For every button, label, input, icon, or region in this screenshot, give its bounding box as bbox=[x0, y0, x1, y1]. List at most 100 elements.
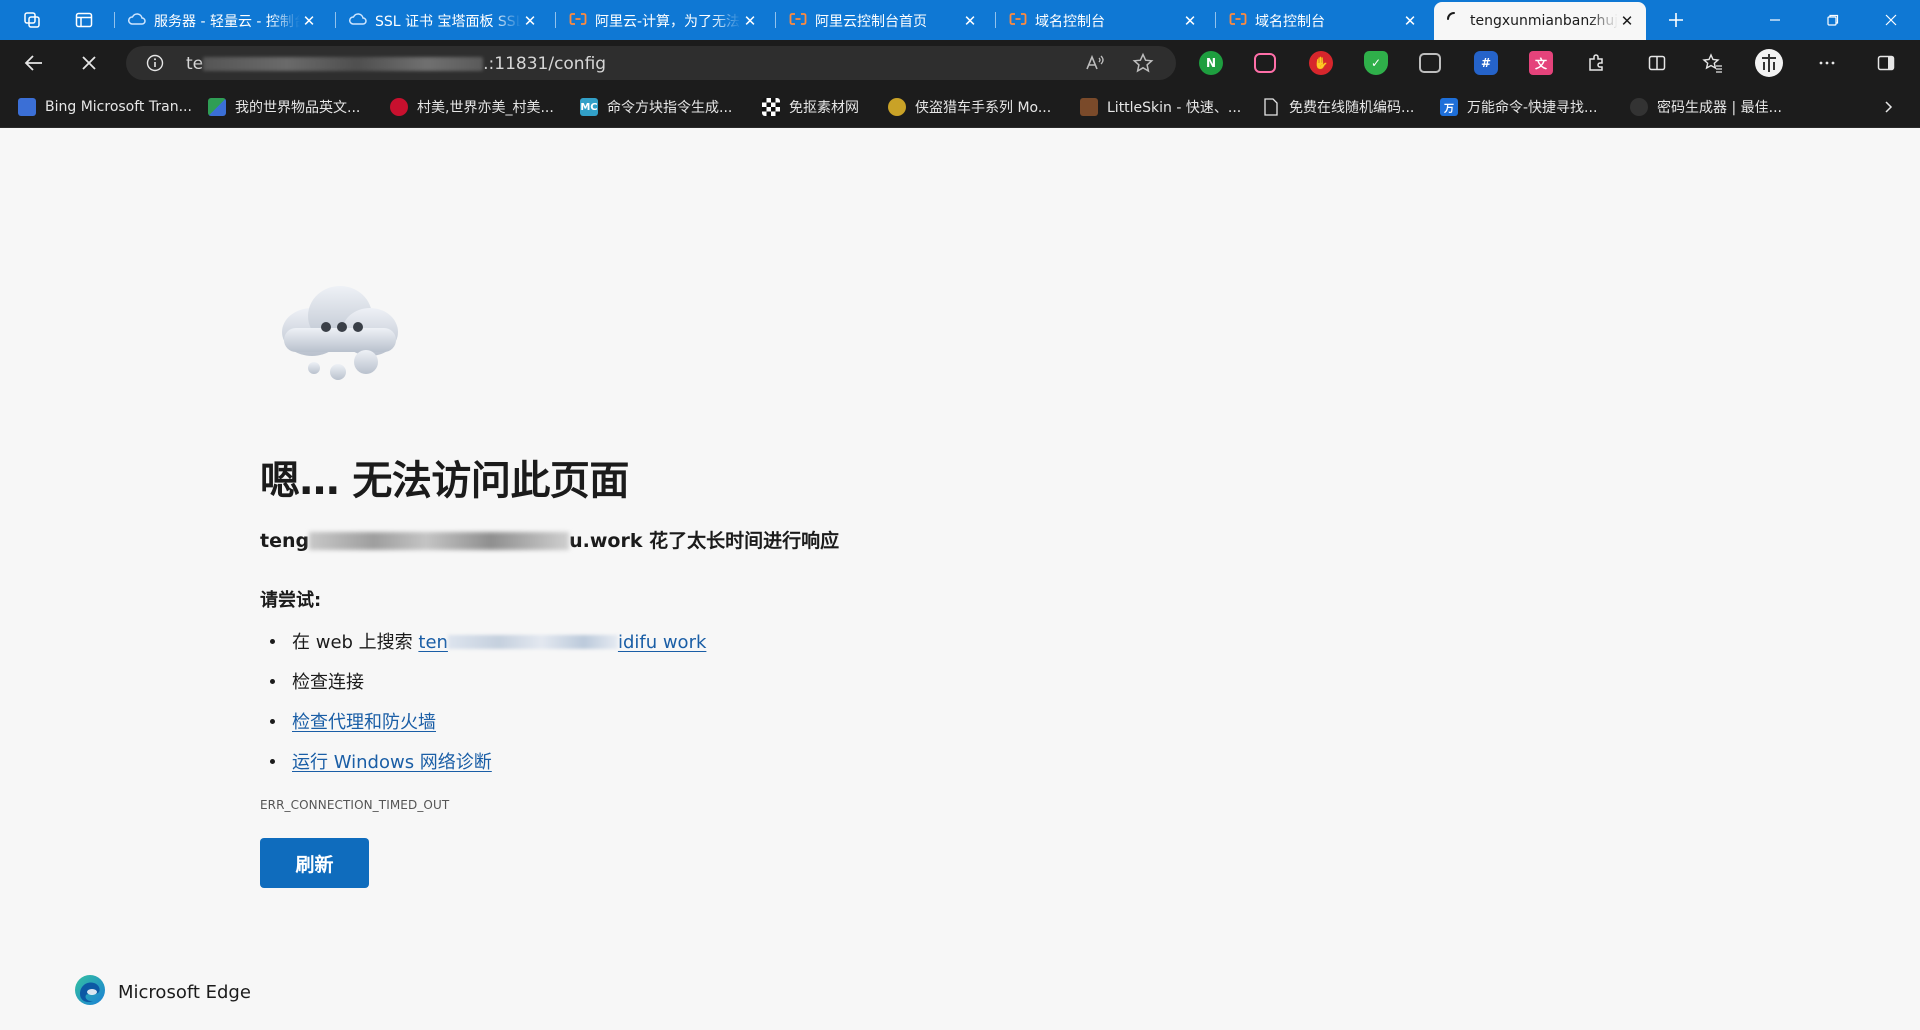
bookmark-item[interactable]: 免抠素材网 bbox=[762, 95, 859, 119]
url-prefix: te bbox=[186, 54, 204, 74]
suggestion-proxy: 检查代理和防火墙 bbox=[270, 708, 970, 734]
tab-close-icon[interactable]: ✕ bbox=[1618, 12, 1636, 30]
tab-close-icon[interactable]: ✕ bbox=[1181, 12, 1199, 30]
bookmark-label: LittleSkin - 快速、... bbox=[1107, 100, 1242, 116]
workspaces-icon[interactable] bbox=[17, 6, 47, 34]
stop-loading-icon[interactable] bbox=[72, 47, 106, 79]
tab-aliyun-console[interactable]: 阿里云控制台首页 ✕ bbox=[777, 4, 989, 37]
tab-strip: 服务器 - 轻量云 - 控制台 ✕ SSL 证书 宝塔面板 SSL ✕ 阿里云-… bbox=[0, 0, 1920, 40]
tab-actions-icon[interactable] bbox=[69, 6, 99, 34]
url-redacted bbox=[203, 57, 484, 71]
favorites-bar: Bing Microsoft Tran... 我的世界物品英文... 村美,世界… bbox=[0, 86, 1920, 128]
tab-close-icon[interactable]: ✕ bbox=[300, 12, 318, 30]
extension-cat-icon[interactable] bbox=[1254, 53, 1276, 73]
bookmark-label: 命令方块指令生成... bbox=[607, 100, 733, 116]
tab-domain-console-2[interactable]: 域名控制台 ✕ bbox=[1217, 4, 1429, 37]
favorite-star-icon[interactable] bbox=[1132, 52, 1154, 78]
bookmark-item[interactable]: 免费在线随机编码... bbox=[1262, 95, 1414, 119]
bookmark-item[interactable]: 万 万能命令-快捷寻找... bbox=[1440, 95, 1597, 119]
tab-aliyun-home[interactable]: 阿里云-计算，为了无法计算的价值 ✕ bbox=[557, 4, 769, 37]
toolbar: te .:11831/config N ✋ ✓ # 文 bbox=[0, 40, 1920, 86]
tab-separator bbox=[335, 12, 336, 28]
tab-separator bbox=[995, 12, 996, 28]
tab-title: 服务器 - 轻量云 - 控制台 bbox=[154, 13, 300, 30]
tab-server-console[interactable]: 服务器 - 轻量云 - 控制台 ✕ bbox=[116, 4, 328, 37]
aliyun-icon bbox=[1229, 12, 1247, 30]
refresh-button[interactable]: 刷新 bbox=[260, 838, 369, 888]
host-redacted bbox=[309, 532, 570, 550]
edge-brand: Microsoft Edge bbox=[74, 975, 251, 1008]
search-web-link[interactable]: ten idifu work bbox=[418, 632, 706, 653]
suggestion-text: 检查连接 bbox=[292, 672, 364, 693]
tab-title: 域名控制台 bbox=[1255, 13, 1325, 30]
favorites-icon[interactable] bbox=[1696, 47, 1730, 79]
suggestion-diagnostics: 运行 Windows 网络诊断 bbox=[270, 748, 970, 774]
minimize-icon[interactable] bbox=[1746, 0, 1804, 40]
bookmark-label: 密码生成器 | 最佳... bbox=[1657, 100, 1782, 116]
url-text[interactable]: te .:11831/config bbox=[186, 54, 606, 74]
bookmark-item[interactable]: 我的世界物品英文... bbox=[208, 95, 360, 119]
bookmark-item[interactable]: MC 命令方块指令生成... bbox=[580, 95, 732, 119]
bookmark-item[interactable]: 侠盗猎车手系列 Mo... bbox=[888, 95, 1051, 119]
sidebar-toggle-icon[interactable] bbox=[1869, 47, 1903, 79]
lock-icon bbox=[1630, 98, 1648, 116]
aliyun-icon bbox=[1009, 12, 1027, 30]
tab-active-page[interactable]: tengxunmianbanzhuji ✕ bbox=[1434, 2, 1646, 40]
tab-close-icon[interactable]: ✕ bbox=[741, 12, 759, 30]
tab-ssl-certificate[interactable]: SSL 证书 宝塔面板 SSL ✕ bbox=[337, 4, 549, 37]
bookmark-item[interactable]: 密码生成器 | 最佳... bbox=[1630, 95, 1782, 119]
back-arrow-icon[interactable] bbox=[17, 47, 51, 79]
extension-hash-icon[interactable]: # bbox=[1474, 51, 1498, 75]
error-description: teng u.work 花了太长时间进行响应 bbox=[260, 526, 839, 553]
profile-avatar[interactable] bbox=[1752, 47, 1786, 79]
link-redacted bbox=[447, 635, 618, 649]
read-aloud-icon[interactable] bbox=[1084, 52, 1106, 78]
extension-shield-icon[interactable]: ✓ bbox=[1364, 51, 1388, 75]
checker-icon bbox=[762, 98, 780, 116]
bullet bbox=[270, 759, 275, 764]
error-code: ERR_CONNECTION_TIMED_OUT bbox=[260, 798, 450, 812]
tab-close-icon[interactable]: ✕ bbox=[521, 12, 539, 30]
chevron-right-icon[interactable] bbox=[1876, 95, 1900, 119]
bookmark-label: 免费在线随机编码... bbox=[1289, 100, 1415, 116]
split-screen-icon[interactable] bbox=[1640, 47, 1674, 79]
link-end: idifu work bbox=[617, 632, 707, 653]
thinking-cloud-icon bbox=[272, 280, 408, 390]
skin-icon bbox=[1080, 98, 1098, 116]
bullet bbox=[270, 639, 275, 644]
bookmark-label: 村美,世界亦美_村美... bbox=[417, 100, 554, 116]
extension-n-icon[interactable]: N bbox=[1199, 51, 1223, 75]
extensions-puzzle-icon[interactable] bbox=[1579, 47, 1613, 79]
extension-glasses-icon[interactable] bbox=[1419, 53, 1441, 73]
error-page: 嗯… 无法访问此页面 teng u.work 花了太长时间进行响应 请尝试: 在 … bbox=[0, 128, 1920, 1030]
more-options-icon[interactable] bbox=[1810, 47, 1844, 79]
extension-translate-icon[interactable]: 文 bbox=[1529, 51, 1553, 75]
tab-title: SSL 证书 宝塔面板 SSL bbox=[375, 13, 521, 30]
tab-title: 域名控制台 bbox=[1035, 13, 1105, 30]
suggestion-connection: 检查连接 bbox=[270, 668, 970, 694]
try-heading: 请尝试: bbox=[260, 590, 322, 611]
red-logo-icon bbox=[390, 98, 408, 116]
bullet bbox=[270, 679, 275, 684]
restore-icon[interactable] bbox=[1804, 0, 1862, 40]
network-diagnostics-link[interactable]: 运行 Windows 网络诊断 bbox=[292, 752, 492, 773]
tab-domain-console-1[interactable]: 域名控制台 ✕ bbox=[997, 4, 1209, 37]
bookmark-item[interactable]: LittleSkin - 快速、... bbox=[1080, 95, 1241, 119]
bookmark-item[interactable]: Bing Microsoft Tran... bbox=[18, 95, 192, 119]
loading-icon bbox=[1446, 11, 1462, 31]
proxy-firewall-link[interactable]: 检查代理和防火墙 bbox=[292, 712, 436, 733]
tab-title: 阿里云控制台首页 bbox=[815, 13, 927, 30]
bookmark-label: 万能命令-快捷寻找... bbox=[1467, 100, 1598, 116]
new-tab-button[interactable] bbox=[1660, 6, 1692, 34]
suggestion-text: 在 web 上搜索 bbox=[292, 632, 419, 653]
aliyun-icon bbox=[789, 12, 807, 30]
tab-close-icon[interactable]: ✕ bbox=[1401, 12, 1419, 30]
bookmark-item[interactable]: 村美,世界亦美_村美... bbox=[390, 95, 554, 119]
close-window-icon[interactable] bbox=[1862, 0, 1920, 40]
address-bar[interactable]: te .:11831/config bbox=[126, 46, 1176, 80]
bookmark-label: 免抠素材网 bbox=[789, 100, 859, 116]
tab-separator bbox=[555, 12, 556, 28]
tab-close-icon[interactable]: ✕ bbox=[961, 12, 979, 30]
extension-adblock-icon[interactable]: ✋ bbox=[1309, 51, 1333, 75]
site-info-icon[interactable] bbox=[146, 54, 164, 72]
